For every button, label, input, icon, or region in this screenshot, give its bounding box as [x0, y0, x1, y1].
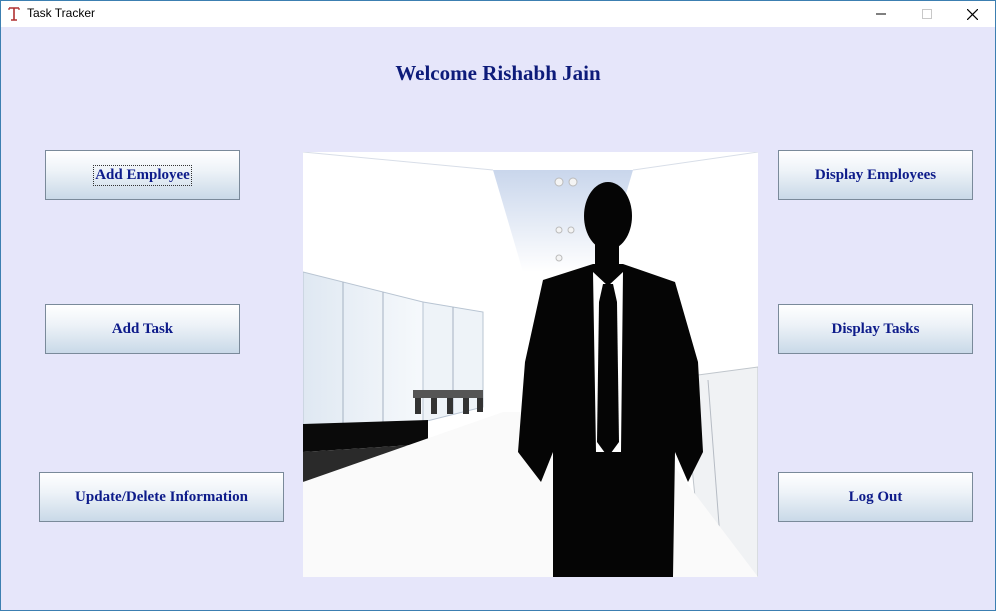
main-window: Task Tracker Welcome Rishabh Jain Add Em… — [0, 0, 996, 611]
window-title: Task Tracker — [27, 6, 96, 20]
maximize-button[interactable] — [904, 1, 950, 27]
display-employees-label: Display Employees — [814, 166, 937, 183]
minimize-icon — [876, 13, 886, 15]
display-employees-button[interactable]: Display Employees — [778, 150, 973, 200]
minimize-button[interactable] — [858, 1, 904, 27]
maximize-icon — [922, 9, 932, 19]
add-task-button[interactable]: Add Task — [45, 304, 240, 354]
title-bar[interactable]: Task Tracker — [1, 1, 995, 27]
add-employee-label: Add Employee — [93, 164, 192, 186]
close-button[interactable] — [949, 1, 995, 27]
display-tasks-label: Display Tasks — [831, 320, 920, 337]
app-t-icon — [7, 6, 21, 22]
log-out-label: Log Out — [848, 488, 903, 505]
close-icon — [966, 8, 978, 20]
update-delete-label: Update/Delete Information — [75, 488, 248, 505]
display-tasks-button[interactable]: Display Tasks — [778, 304, 973, 354]
update-delete-button[interactable]: Update/Delete Information — [39, 472, 284, 522]
log-out-button[interactable]: Log Out — [778, 472, 973, 522]
add-employee-button[interactable]: Add Employee — [45, 150, 240, 200]
add-task-label: Add Task — [111, 320, 174, 337]
businessman-office-image — [303, 152, 758, 577]
welcome-heading: Welcome Rishabh Jain — [395, 61, 601, 85]
